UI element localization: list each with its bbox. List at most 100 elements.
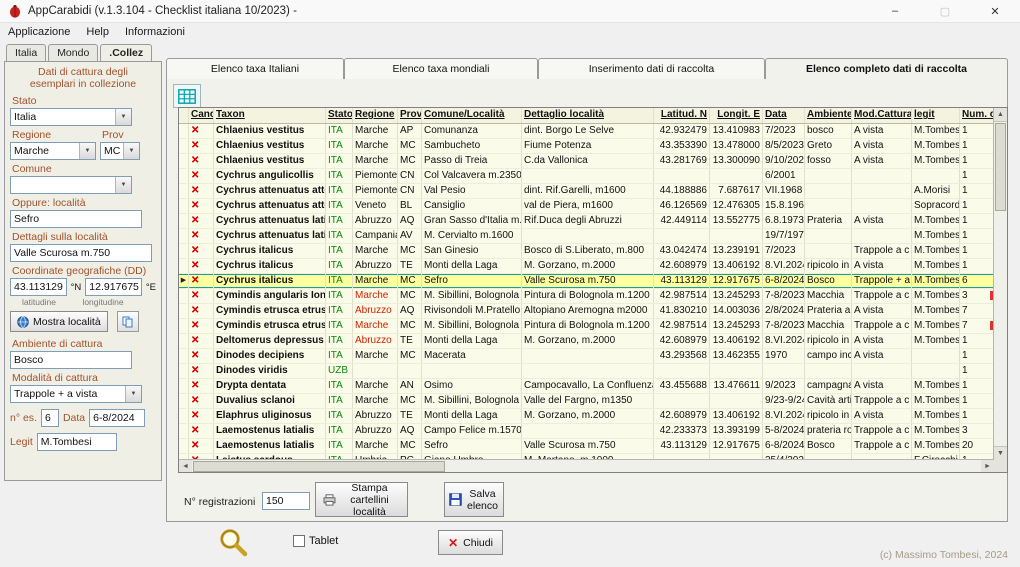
grid-cell-comune[interactable]: Monti della Laga	[422, 259, 522, 273]
delete-record-icon[interactable]: ✕	[189, 184, 214, 198]
grid-cell-data[interactable]: 9/23-9/24	[763, 394, 805, 408]
grid-row[interactable]: ✕Dinodes decipiensITAMarcheMCMacerata43.…	[179, 349, 994, 364]
grid-cell-taxon[interactable]: Cychrus attenuatus latialis	[214, 214, 326, 228]
grid-cell-stato[interactable]: ITA	[326, 259, 353, 273]
column-header-canc[interactable]: Canc	[189, 108, 214, 123]
grid-cell-lon[interactable]	[710, 169, 763, 183]
grid-row[interactable]: ✕Duvalius sclanoiITAMarcheMCM. Sibillini…	[179, 394, 994, 409]
grid-cell-data[interactable]: 5-8/2024	[763, 424, 805, 438]
grid-cell-legit[interactable]: M.Tombesi	[912, 259, 960, 273]
grid-cell-ambiente[interactable]	[805, 364, 852, 378]
grid-cell-dettaglio[interactable]: M. Gorzano, m.2000	[522, 259, 654, 273]
grid-cell-stato[interactable]: ITA	[326, 139, 353, 153]
grid-cell-comune[interactable]: Macerata	[422, 349, 522, 363]
grid-cell-lat[interactable]: 42.987514	[654, 289, 710, 303]
grid-cell-lat[interactable]: 43.353390	[654, 139, 710, 153]
grid-cell-regione[interactable]: Marche	[353, 124, 398, 138]
grid-cell-ambiente[interactable]: Bosco	[805, 439, 852, 453]
grid-cell-data[interactable]: 1970	[763, 349, 805, 363]
grid-cell-lat[interactable]: 41.830210	[654, 304, 710, 318]
grid-row[interactable]: ✕Chlaenius vestitusITAMarcheAPComunanzad…	[179, 124, 994, 139]
minimize-button[interactable]: –	[870, 0, 920, 22]
grid-cell-ambiente[interactable]	[805, 229, 852, 243]
grid-cell-data[interactable]: 6-8/2024	[763, 274, 805, 288]
grid-cell-lon[interactable]: 13.462355	[710, 349, 763, 363]
grid-cell-comune[interactable]: Sefro	[422, 439, 522, 453]
grid-cell-data[interactable]	[763, 364, 805, 378]
grid-cell-legit[interactable]	[912, 169, 960, 183]
grid-cell-num[interactable]: 1	[960, 364, 994, 378]
grid-cell-stato[interactable]: ITA	[326, 289, 353, 303]
grid-cell-prov[interactable]: MC	[398, 349, 422, 363]
grid-cell-lat[interactable]: 43.042474	[654, 244, 710, 258]
grid-cell-prov[interactable]: AQ	[398, 304, 422, 318]
grid-cell-mod[interactable]	[852, 364, 912, 378]
grid-cell-num[interactable]: 1	[960, 334, 994, 348]
grid-cell-taxon[interactable]: Chlaenius vestitus	[214, 139, 326, 153]
grid-cell-taxon[interactable]: Chlaenius vestitus	[214, 124, 326, 138]
grid-cell-lat[interactable]	[654, 394, 710, 408]
scroll-left-icon[interactable]: ◄	[179, 460, 192, 472]
grid-cell-ambiente[interactable]	[805, 184, 852, 198]
grid-cell-comune[interactable]: Sambucheto	[422, 139, 522, 153]
grid-row[interactable]: ✕Dinodes viridisUZB1	[179, 364, 994, 379]
grid-cell-data[interactable]: 8.VI.2024	[763, 334, 805, 348]
grid-row[interactable]: ▶✕Cychrus italicusITAMarcheMCSefroValle …	[179, 274, 994, 289]
search-button[interactable]	[213, 526, 253, 558]
grid-cell-legit[interactable]: M.Tombesi	[912, 139, 960, 153]
grid-cell-comune[interactable]: Osimo	[422, 379, 522, 393]
grid-cell-stato[interactable]: ITA	[326, 349, 353, 363]
grid-row[interactable]: ✕Cychrus italicusITAMarcheMCSan GinesioB…	[179, 244, 994, 259]
latitude-input[interactable]: 43.113129	[10, 278, 67, 296]
stato-combobox[interactable]: Italia ▼	[10, 108, 132, 126]
menu-informazioni[interactable]: Informazioni	[125, 26, 185, 38]
chevron-down-icon[interactable]: ▼	[115, 109, 131, 125]
grid-cell-lon[interactable]: 13.245293	[710, 319, 763, 333]
grid-row[interactable]: ✕Chlaenius vestitusITAMarcheMCSambucheto…	[179, 139, 994, 154]
dettagli-input[interactable]: Valle Scurosa m.750	[10, 244, 152, 262]
grid-cell-taxon[interactable]: Dinodes decipiens	[214, 349, 326, 363]
delete-record-icon[interactable]: ✕	[189, 364, 214, 378]
tab-mondo[interactable]: Mondo	[48, 44, 98, 62]
grid-cell-stato[interactable]: ITA	[326, 169, 353, 183]
grid-cell-mod[interactable]: A vista	[852, 334, 912, 348]
column-header-lon[interactable]: Longit. E	[710, 108, 763, 123]
prov-combobox[interactable]: MC ▼	[100, 142, 140, 160]
grid-cell-taxon[interactable]: Cychrus attenuatus latialis	[214, 229, 326, 243]
grid-row[interactable]: ✕Cychrus angulicollisITAPiemonteCNCol Va…	[179, 169, 994, 184]
grid-cell-lat[interactable]: 43.281769	[654, 154, 710, 168]
regione-combobox[interactable]: Marche ▼	[10, 142, 96, 160]
tab-collez[interactable]: .Collez	[100, 44, 152, 62]
legit-input[interactable]: M.Tombesi	[37, 433, 117, 451]
grid-cell-num[interactable]: 1	[960, 214, 994, 228]
grid-cell-regione[interactable]: Marche	[353, 289, 398, 303]
grid-cell-lon[interactable]	[710, 394, 763, 408]
column-header-legit[interactable]: legit	[912, 108, 960, 123]
delete-record-icon[interactable]: ✕	[189, 304, 214, 318]
scroll-down-icon[interactable]: ▼	[994, 446, 1007, 460]
grid-cell-legit[interactable]: M.Tombesi	[912, 289, 960, 303]
grid-cell-regione[interactable]: Abruzzo	[353, 409, 398, 423]
maximize-button[interactable]: ▢	[920, 0, 970, 22]
grid-cell-lat[interactable]: 42.449114	[654, 214, 710, 228]
grid-cell-mod[interactable]: Trappole a c	[852, 319, 912, 333]
grid-cell-data[interactable]: 7/2023	[763, 124, 805, 138]
grid-cell-legit[interactable]: M.Tombesi	[912, 394, 960, 408]
grid-cell-regione[interactable]: Abruzzo	[353, 259, 398, 273]
grid-cell-dettaglio[interactable]: Bosco di S.Liberato, m.800	[522, 244, 654, 258]
column-header-taxon[interactable]: Taxon	[214, 108, 326, 123]
grid-cell-ambiente[interactable]: Macchia	[805, 319, 852, 333]
grid-cell-comune[interactable]: Monti della Laga	[422, 409, 522, 423]
chevron-down-icon[interactable]: ▼	[79, 143, 95, 159]
grid-cell-regione[interactable]: Abruzzo	[353, 214, 398, 228]
grid-cell-comune[interactable]	[422, 364, 522, 378]
grid-cell-num[interactable]: 7	[960, 304, 994, 318]
delete-record-icon[interactable]: ✕	[189, 229, 214, 243]
grid-cell-num[interactable]: 3	[960, 289, 994, 303]
grid-cell-dettaglio[interactable]: M. Gorzano, m.2000	[522, 334, 654, 348]
grid-cell-mod[interactable]: A vista	[852, 154, 912, 168]
grid-cell-prov[interactable]: BL	[398, 199, 422, 213]
grid-cell-taxon[interactable]: Cychrus italicus	[214, 244, 326, 258]
grid-cell-num[interactable]: 1	[960, 124, 994, 138]
grid-row[interactable]: ✕Cymindis etrusca etruscaITAAbruzzoAQRiv…	[179, 304, 994, 319]
